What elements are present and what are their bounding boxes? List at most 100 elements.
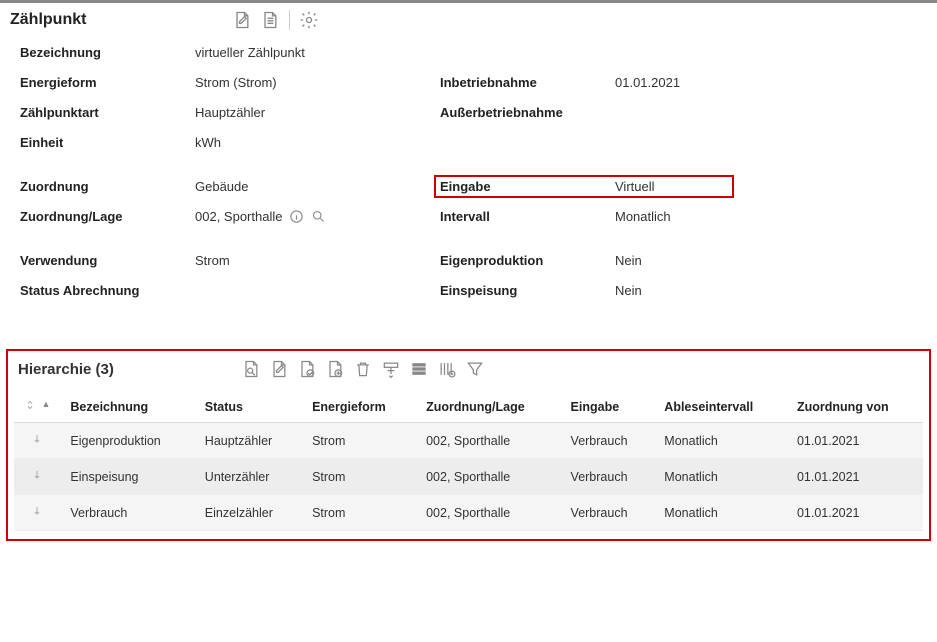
delete-icon[interactable] xyxy=(351,357,375,381)
col-bezeichnung[interactable]: Bezeichnung xyxy=(60,391,194,423)
cell-energieform: Strom xyxy=(302,459,416,495)
down-arrow-icon xyxy=(31,505,43,517)
toolbar-separator xyxy=(289,10,290,30)
inbetriebnahme-label: Inbetriebnahme xyxy=(440,75,615,90)
table-row[interactable]: VerbrauchEinzelzählerStrom002, Sporthall… xyxy=(14,495,923,531)
field-bezeichnung: Bezeichnung virtueller Zählpunkt xyxy=(20,41,440,63)
zuordnung-label: Zuordnung xyxy=(20,179,195,194)
field-intervall: Intervall Monatlich xyxy=(440,205,927,227)
eigenproduktion-label: Eigenproduktion xyxy=(440,253,615,268)
field-zaehlpunktart: Zählpunktart Hauptzähler xyxy=(20,101,440,123)
cell-status: Unterzähler xyxy=(195,459,302,495)
edit-icon[interactable] xyxy=(231,9,253,31)
panel-toolbar xyxy=(231,9,320,31)
field-energieform: Energieform Strom (Strom) xyxy=(20,71,440,93)
col-ableseintervall[interactable]: Ableseintervall xyxy=(654,391,787,423)
eingabe-value: Virtuell xyxy=(615,179,728,194)
doc-add-icon[interactable] xyxy=(323,357,347,381)
field-einheit: Einheit kWh xyxy=(20,131,440,153)
field-zuordnung: Zuordnung Gebäude xyxy=(20,175,440,197)
zaehlpunkt-panel: Zählpunkt B xyxy=(0,0,937,329)
row-arrow-cell[interactable] xyxy=(14,423,60,459)
filter-icon[interactable] xyxy=(463,357,487,381)
hierarchie-title: Hierarchie (3) xyxy=(14,361,239,378)
field-einspeisung: Einspeisung Nein xyxy=(440,279,927,301)
cell-energieform: Strom xyxy=(302,495,416,531)
cell-ableseintervall: Monatlich xyxy=(654,423,787,459)
eigenproduktion-value: Nein xyxy=(615,253,927,268)
gear-icon[interactable] xyxy=(298,9,320,31)
einheit-value: kWh xyxy=(195,135,440,150)
row-arrow-cell[interactable] xyxy=(14,459,60,495)
energieform-label: Energieform xyxy=(20,75,195,90)
inbetriebnahme-value: 01.01.2021 xyxy=(615,75,927,90)
col-eingabe[interactable]: Eingabe xyxy=(561,391,655,423)
einspeisung-value: Nein xyxy=(615,283,927,298)
sort-column-header[interactable]: ▲ xyxy=(14,391,60,423)
doc-edit-icon[interactable] xyxy=(267,357,291,381)
cell-ableseintervall: Monatlich xyxy=(654,495,787,531)
cell-zuordnung_von: 01.01.2021 xyxy=(787,495,923,531)
zuordnung-value: Gebäude xyxy=(195,179,440,194)
table-header-row: ▲ Bezeichnung Status Energieform Zuordnu… xyxy=(14,391,923,423)
cell-eingabe: Verbrauch xyxy=(561,459,655,495)
cell-zuordnung_lage: 002, Sporthalle xyxy=(416,459,560,495)
document-icon[interactable] xyxy=(259,9,281,31)
zaehlpunktart-label: Zählpunktart xyxy=(20,105,195,120)
cell-zuordnung_lage: 002, Sporthalle xyxy=(416,495,560,531)
cell-zuordnung_von: 01.01.2021 xyxy=(787,459,923,495)
cell-energieform: Strom xyxy=(302,423,416,459)
down-arrow-icon xyxy=(31,433,43,445)
cell-ableseintervall: Monatlich xyxy=(654,459,787,495)
energieform-value: Strom (Strom) xyxy=(195,75,440,90)
zaehlpunktart-value: Hauptzähler xyxy=(195,105,440,120)
field-verwendung: Verwendung Strom xyxy=(20,249,440,271)
cell-zuordnung_lage: 002, Sporthalle xyxy=(416,423,560,459)
zuordnung-lage-label: Zuordnung/Lage xyxy=(20,209,195,224)
field-eingabe: Eingabe Virtuell xyxy=(440,175,927,197)
columns-icon[interactable] xyxy=(435,357,459,381)
col-zuordnung-lage[interactable]: Zuordnung/Lage xyxy=(416,391,560,423)
hierarchie-toolbar xyxy=(239,357,487,381)
status-abrechnung-label: Status Abrechnung xyxy=(20,283,195,298)
fields-container: Bezeichnung virtueller Zählpunkt Energie… xyxy=(10,41,927,309)
list-icon[interactable] xyxy=(407,357,431,381)
zuordnung-lage-value: 002, Sporthalle xyxy=(195,208,440,224)
hierarchie-header: Hierarchie (3) xyxy=(14,357,923,381)
field-zuordnung-lage: Zuordnung/Lage 002, Sporthalle xyxy=(20,205,440,227)
table-row[interactable]: EigenproduktionHauptzählerStrom002, Spor… xyxy=(14,423,923,459)
doc-copy-icon[interactable] xyxy=(295,357,319,381)
bezeichnung-value: virtueller Zählpunkt xyxy=(195,45,440,60)
verwendung-label: Verwendung xyxy=(20,253,195,268)
cell-zuordnung_von: 01.01.2021 xyxy=(787,423,923,459)
ausserbetriebnahme-label: Außerbetriebnahme xyxy=(440,105,615,120)
cell-status: Einzelzähler xyxy=(195,495,302,531)
col-zuordnung-von[interactable]: Zuordnung von xyxy=(787,391,923,423)
cell-bezeichnung: Eigenproduktion xyxy=(60,423,194,459)
hierarchie-section: Hierarchie (3) xyxy=(6,349,931,541)
down-arrow-icon xyxy=(31,469,43,481)
bezeichnung-label: Bezeichnung xyxy=(20,45,195,60)
panel-title: Zählpunkt xyxy=(10,11,225,29)
search-icon[interactable] xyxy=(310,208,326,224)
eingabe-label: Eingabe xyxy=(440,179,615,194)
field-ausserbetriebnahme: Außerbetriebnahme xyxy=(440,101,927,123)
row-arrow-cell[interactable] xyxy=(14,495,60,531)
field-status-abrechnung: Status Abrechnung xyxy=(20,279,440,301)
cell-status: Hauptzähler xyxy=(195,423,302,459)
info-icon[interactable] xyxy=(288,208,304,224)
hierarchie-table: ▲ Bezeichnung Status Energieform Zuordnu… xyxy=(14,391,923,531)
zuordnung-lage-text: 002, Sporthalle xyxy=(195,209,282,224)
table-row[interactable]: EinspeisungUnterzählerStrom002, Sporthal… xyxy=(14,459,923,495)
doc-search-icon[interactable] xyxy=(239,357,263,381)
cell-bezeichnung: Verbrauch xyxy=(60,495,194,531)
assign-icon[interactable] xyxy=(379,357,403,381)
einheit-label: Einheit xyxy=(20,135,195,150)
cell-eingabe: Verbrauch xyxy=(561,423,655,459)
intervall-label: Intervall xyxy=(440,209,615,224)
col-status[interactable]: Status xyxy=(195,391,302,423)
col-energieform[interactable]: Energieform xyxy=(302,391,416,423)
verwendung-value: Strom xyxy=(195,253,440,268)
cell-bezeichnung: Einspeisung xyxy=(60,459,194,495)
sort-both-icon xyxy=(24,399,36,411)
